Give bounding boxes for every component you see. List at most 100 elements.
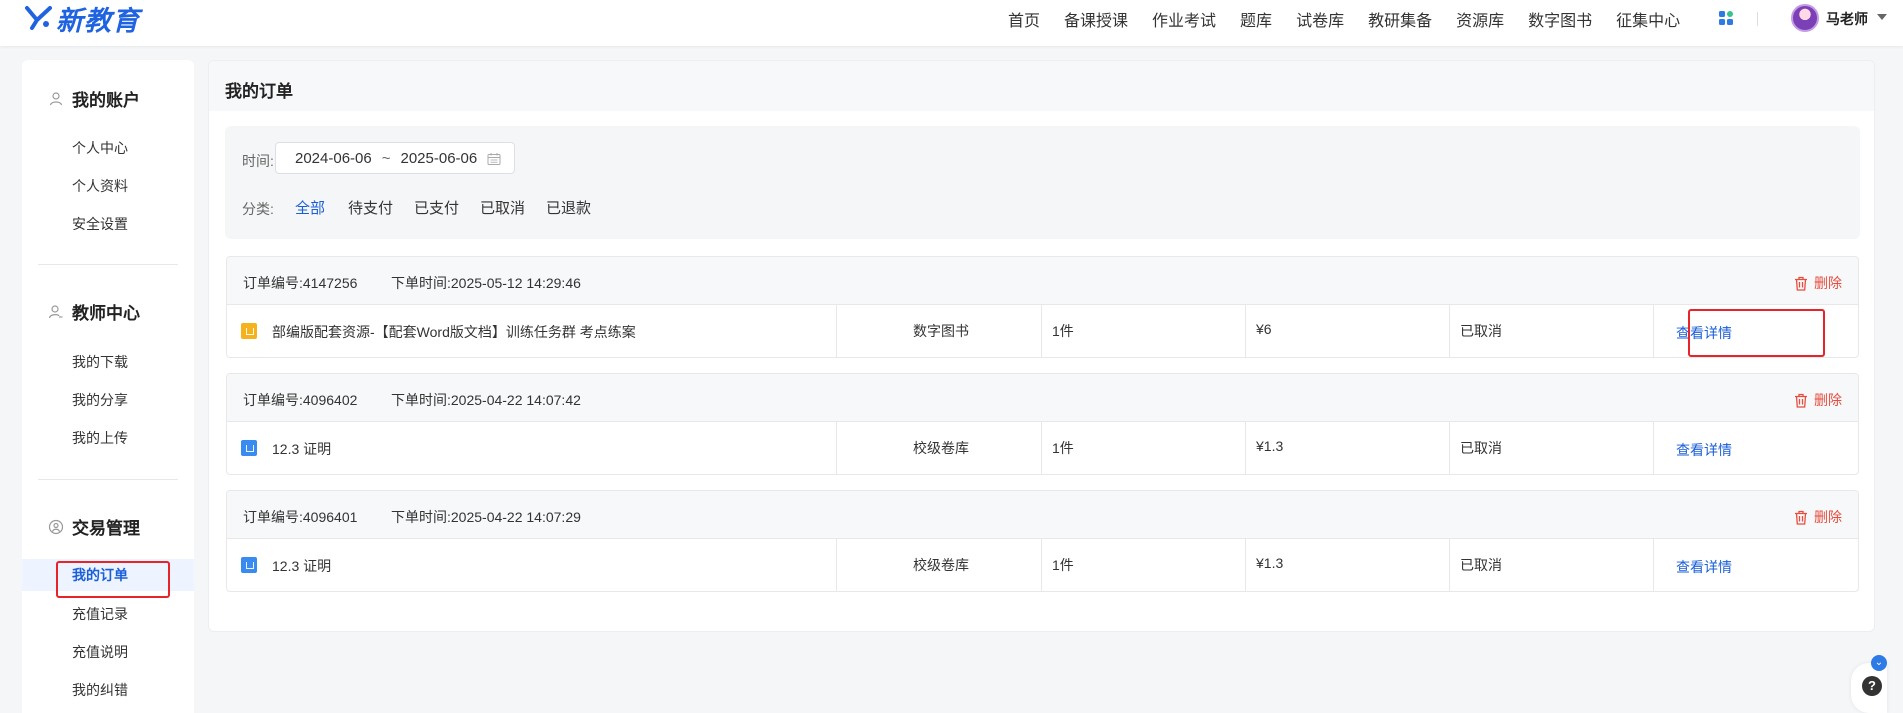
- sidebar-section-teacher: 教师中心: [48, 299, 140, 324]
- delete-label[interactable]: 删除: [1814, 390, 1842, 410]
- filter-box: 时间: 2024-06-06 ~ 2025-06-06 分类: 全部 待支付 已…: [225, 126, 1860, 239]
- order-header: 订单编号:4096401 下单时间:2025-04-22 14:07:29 删除: [227, 491, 1858, 539]
- category-refunded[interactable]: 已退款: [546, 197, 591, 218]
- nav-item-lesson-prep[interactable]: 备课授课: [1064, 7, 1128, 31]
- help-icon[interactable]: ?: [1862, 676, 1882, 696]
- sidebar-item-security[interactable]: 安全设置: [22, 208, 194, 240]
- delete-button[interactable]: 删除: [1794, 507, 1842, 527]
- category-pending[interactable]: 待支付: [348, 197, 393, 218]
- time-label: 时间:: [242, 153, 274, 169]
- category-paid[interactable]: 已支付: [414, 197, 459, 218]
- product-cell: 12.3 证明: [227, 539, 837, 591]
- nav-item-home[interactable]: 首页: [1008, 7, 1040, 31]
- delete-label[interactable]: 删除: [1814, 273, 1842, 293]
- delete-button[interactable]: 删除: [1794, 273, 1842, 293]
- view-details-link[interactable]: 查看详情: [1676, 323, 1732, 343]
- product-name[interactable]: 部编版配套资源-【配套Word版文档】训练任务群 考点练案: [272, 322, 636, 342]
- order-header: 订单编号:4147256 下单时间:2025-05-12 14:29:46 删除: [227, 257, 1858, 305]
- delete-button[interactable]: 删除: [1794, 390, 1842, 410]
- category-cell: 校级卷库: [837, 422, 1042, 474]
- order-time: 下单时间:2025-04-22 14:07:29: [391, 509, 581, 525]
- nav-item-research[interactable]: 教研集备: [1368, 7, 1432, 31]
- order-status: 已取消: [1460, 323, 1502, 339]
- nav-divider: [1757, 12, 1758, 26]
- calendar-icon: [487, 153, 501, 165]
- logo-icon: [25, 6, 52, 30]
- order-number: 订单编号:4147256: [243, 275, 358, 291]
- sidebar-section-title: 交易管理: [72, 519, 140, 538]
- category-cell: 校级卷库: [837, 539, 1042, 591]
- status-cell: 已取消: [1450, 422, 1654, 474]
- sidebar-divider: [38, 264, 178, 265]
- avatar[interactable]: [1791, 4, 1819, 32]
- sidebar-item-shares[interactable]: 我的分享: [22, 384, 194, 416]
- doc-yellow-icon: [241, 323, 257, 339]
- sidebar-item-profile[interactable]: 个人资料: [22, 170, 194, 202]
- order-category: 数字图书: [913, 323, 969, 339]
- order-category: 校级卷库: [913, 557, 969, 573]
- word-blue-icon: [241, 440, 257, 456]
- sidebar-item-recharge-info[interactable]: 充值说明: [22, 636, 194, 668]
- order-card: 订单编号:4147256 下单时间:2025-05-12 14:29:46 删除…: [226, 256, 1859, 358]
- date-end[interactable]: 2025-06-06: [401, 150, 478, 167]
- date-separator: ~: [381, 149, 391, 167]
- sidebar-item-uploads[interactable]: 我的上传: [22, 422, 194, 454]
- order-status: 已取消: [1460, 557, 1502, 573]
- date-start[interactable]: 2024-06-06: [295, 150, 372, 167]
- product-name[interactable]: 12.3 证明: [272, 556, 331, 576]
- sidebar-item-personal-center[interactable]: 个人中心: [22, 132, 194, 164]
- sidebar-section-title: 我的账户: [72, 91, 140, 110]
- trash-icon: [1795, 510, 1807, 525]
- nav-item-digital-books[interactable]: 数字图书: [1528, 7, 1592, 31]
- delete-label[interactable]: 删除: [1814, 507, 1842, 527]
- sidebar-item-my-orders[interactable]: 我的订单: [22, 559, 194, 591]
- order-price: ¥6: [1256, 321, 1272, 337]
- price-cell: ¥6: [1246, 305, 1450, 357]
- category-cancelled[interactable]: 已取消: [480, 197, 525, 218]
- status-cell: 已取消: [1450, 539, 1654, 591]
- chevron-down-icon[interactable]: [1877, 14, 1887, 20]
- order-card: 订单编号:4096401 下单时间:2025-04-22 14:07:29 删除…: [226, 490, 1859, 592]
- order-card: 订单编号:4096402 下单时间:2025-04-22 14:07:42 删除…: [226, 373, 1859, 475]
- main-nav: 首页 备课授课 作业考试 题库 试卷库 教研集备 资源库 数字图书 征集中心: [1008, 0, 1704, 38]
- order-quantity: 1件: [1052, 323, 1074, 339]
- order-time: 下单时间:2025-05-12 14:29:46: [391, 275, 581, 291]
- nav-item-resources[interactable]: 资源库: [1456, 7, 1504, 31]
- order-row: 部编版配套资源-【配套Word版文档】训练任务群 考点练案 数字图书 1件 ¥6…: [227, 305, 1858, 357]
- orders-panel: 我的订单 时间: 2024-06-06 ~ 2025-06-06 分类: 全部 …: [208, 60, 1875, 632]
- brand-name: 新教育: [56, 5, 140, 36]
- sidebar: 我的账户 个人中心 个人资料 安全设置 教师中心 我的下载 我的分享 我的上传 …: [22, 60, 194, 713]
- order-quantity: 1件: [1052, 557, 1074, 573]
- brand-logo[interactable]: 新教育: [24, 2, 140, 36]
- order-number: 订单编号:4096401: [243, 509, 358, 525]
- order-price: ¥1.3: [1256, 438, 1284, 454]
- order-price: ¥1.3: [1256, 555, 1284, 571]
- price-cell: ¥1.3: [1246, 539, 1450, 591]
- sidebar-item-corrections[interactable]: 我的纠错: [22, 674, 194, 706]
- quantity-cell: 1件: [1042, 539, 1246, 591]
- quantity-cell: 1件: [1042, 305, 1246, 357]
- nav-item-collection[interactable]: 征集中心: [1616, 7, 1680, 31]
- sidebar-section-title: 教师中心: [72, 304, 140, 323]
- trade-icon: [48, 519, 64, 534]
- apps-grid-icon[interactable]: [1718, 10, 1734, 26]
- date-range-picker[interactable]: 2024-06-06 ~ 2025-06-06: [275, 142, 515, 174]
- price-cell: ¥1.3: [1246, 422, 1450, 474]
- quantity-cell: 1件: [1042, 422, 1246, 474]
- nav-item-homework-exam[interactable]: 作业考试: [1152, 7, 1216, 31]
- sidebar-section-account: 我的账户: [48, 86, 140, 111]
- product-name[interactable]: 12.3 证明: [272, 439, 331, 459]
- chevron-down-icon[interactable]: ⌄: [1871, 655, 1887, 671]
- category-all[interactable]: 全部: [295, 197, 325, 218]
- sidebar-item-recharge-records[interactable]: 充值记录: [22, 598, 194, 630]
- product-cell: 12.3 证明: [227, 422, 837, 474]
- nav-item-paper-bank[interactable]: 试卷库: [1296, 7, 1344, 31]
- nav-item-question-bank[interactable]: 题库: [1240, 7, 1272, 31]
- view-details-link[interactable]: 查看详情: [1676, 440, 1732, 460]
- view-details-link[interactable]: 查看详情: [1676, 557, 1732, 577]
- category-label: 分类:: [242, 201, 274, 217]
- order-status: 已取消: [1460, 440, 1502, 456]
- order-number: 订单编号:4096402: [243, 392, 358, 408]
- sidebar-item-downloads[interactable]: 我的下载: [22, 346, 194, 378]
- user-name[interactable]: 马老师: [1826, 9, 1868, 29]
